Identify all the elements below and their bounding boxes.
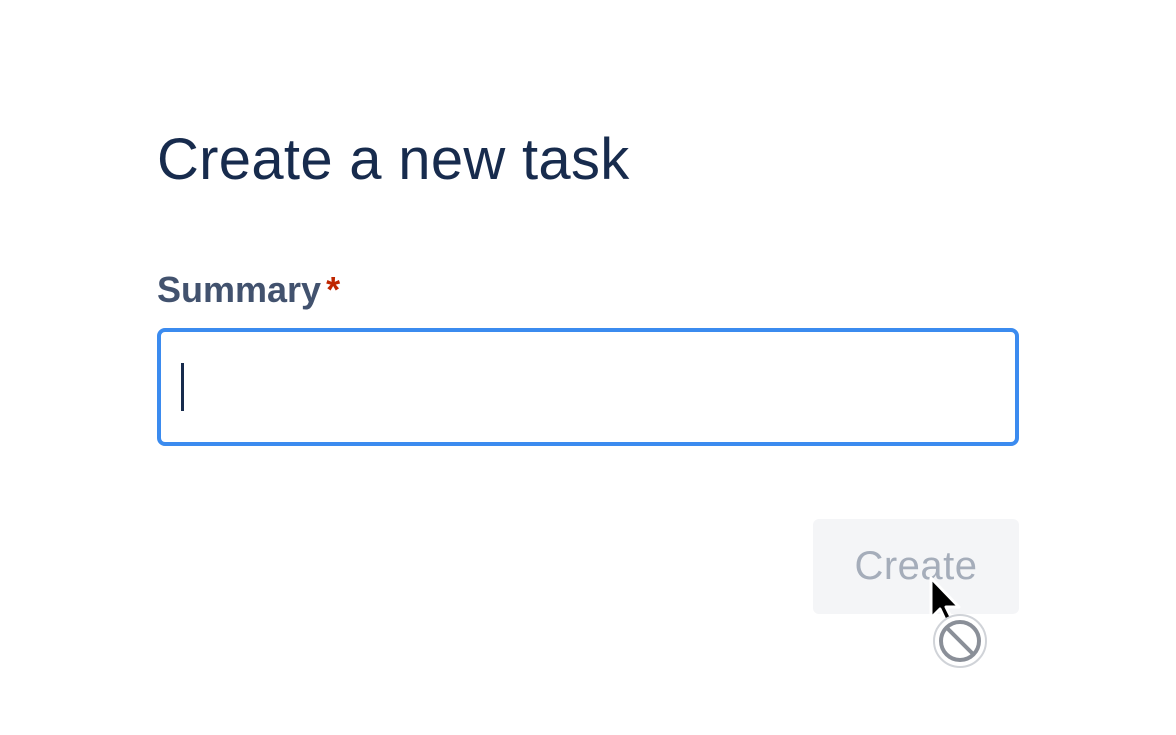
page-title: Create a new task <box>157 127 630 192</box>
create-button[interactable]: Create <box>813 519 1019 614</box>
summary-field-container[interactable] <box>157 328 1019 446</box>
create-task-page: Create a new task Summary * Create <box>0 0 1176 735</box>
text-caret <box>181 363 184 411</box>
summary-label-text: Summary <box>157 269 322 310</box>
required-indicator: * <box>326 269 341 310</box>
summary-input[interactable] <box>161 332 1015 442</box>
summary-label: Summary * <box>157 270 340 310</box>
create-task-form: Create a new task Summary * Create <box>157 122 1019 614</box>
